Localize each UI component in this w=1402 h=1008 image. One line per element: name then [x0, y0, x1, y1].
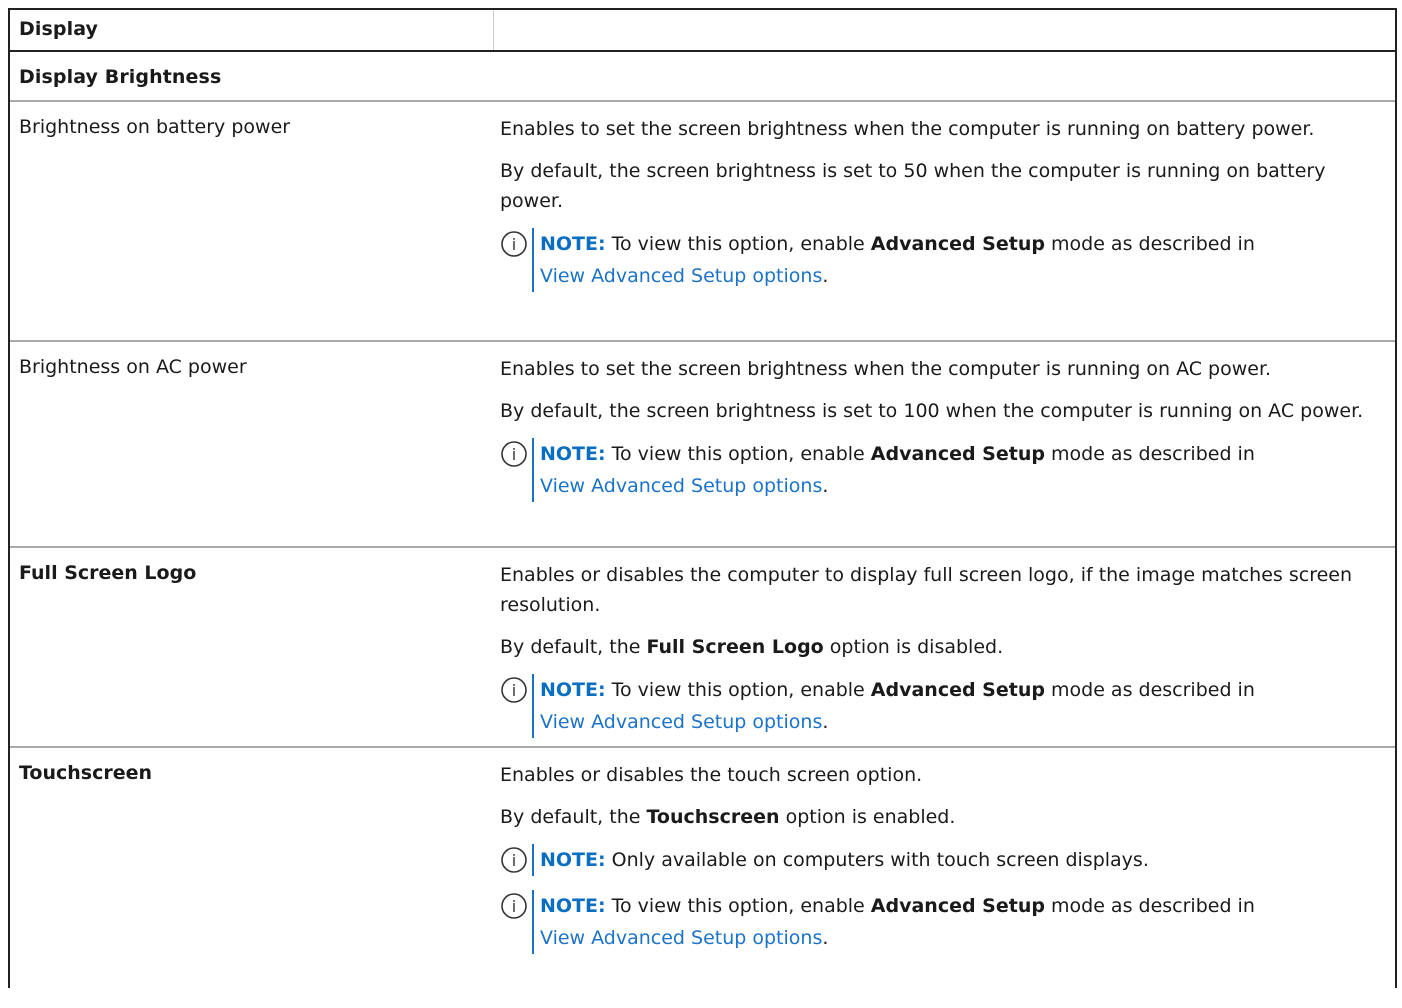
- note-text-part: To view this option, enable: [605, 443, 871, 465]
- svg-text:i: i: [512, 445, 516, 464]
- default-text: By default, the screen brightness is set…: [500, 160, 1326, 212]
- note-bar: [532, 844, 534, 876]
- note: i NOTE: To view this option, enable Adva…: [500, 890, 1383, 954]
- default-text: By default, the Full Screen Logo option …: [500, 632, 1383, 662]
- note-text: NOTE: To view this option, enable Advanc…: [540, 674, 1255, 738]
- section-header-row: Display Brightness: [10, 52, 1395, 102]
- note-bar: [532, 890, 534, 954]
- note-end: .: [822, 927, 829, 949]
- svg-text:i: i: [512, 897, 516, 916]
- note-text-part: mode as described in: [1044, 233, 1255, 255]
- note-bar: [532, 228, 534, 292]
- svg-text:i: i: [512, 235, 516, 254]
- table-title: Display: [19, 18, 99, 40]
- default-text-part: option is enabled.: [779, 806, 956, 828]
- note-text: NOTE: To view this option, enable Advanc…: [540, 890, 1255, 954]
- option-name: Brightness on battery power: [19, 116, 291, 138]
- column-divider: [493, 10, 494, 50]
- svg-text:i: i: [512, 681, 516, 700]
- note: i NOTE: Only available on computers with…: [500, 844, 1383, 876]
- default-text-part: By default, the: [500, 806, 647, 828]
- info-circle-icon: i: [500, 844, 530, 874]
- note-label: NOTE:: [540, 895, 606, 917]
- default-text: By default, the screen brightness is set…: [500, 400, 1364, 422]
- note-text: NOTE: To view this option, enable Advanc…: [540, 228, 1255, 292]
- default-text-part: By default, the: [500, 636, 647, 658]
- note: i NOTE: To view this option, enable Adva…: [500, 674, 1383, 738]
- option-description: Enables to set the screen brightness whe…: [500, 114, 1383, 292]
- table-row: Full Screen Logo Enables or disables the…: [10, 548, 1395, 748]
- note-strong: Advanced Setup: [870, 895, 1045, 917]
- table-title-row: Display: [10, 10, 1395, 52]
- note-strong: Advanced Setup: [870, 233, 1045, 255]
- note-bar: [532, 438, 534, 502]
- description-text: Enables or disables the touch screen opt…: [500, 764, 923, 786]
- info-circle-icon: i: [500, 228, 530, 258]
- note-end: .: [822, 475, 829, 497]
- info-circle-icon: i: [500, 674, 530, 704]
- note-label: NOTE:: [540, 679, 606, 701]
- advanced-setup-link[interactable]: View Advanced Setup options: [540, 927, 822, 949]
- description-text: Enables to set the screen brightness whe…: [500, 358, 1272, 380]
- note-text-part: mode as described in: [1044, 443, 1255, 465]
- display-settings-table: Display Display Brightness Brightness on…: [8, 8, 1397, 988]
- option-description: Enables or disables the computer to disp…: [500, 560, 1383, 738]
- table-row: Touchscreen Enables or disables the touc…: [10, 748, 1395, 1008]
- table-row: Brightness on battery power Enables to s…: [10, 102, 1395, 342]
- advanced-setup-link[interactable]: View Advanced Setup options: [540, 711, 822, 733]
- svg-text:i: i: [512, 851, 516, 870]
- note-text: NOTE: To view this option, enable Advanc…: [540, 438, 1255, 502]
- note-text: NOTE: Only available on computers with t…: [540, 844, 1149, 876]
- note-bar: [532, 674, 534, 738]
- option-name: Touchscreen: [19, 762, 153, 784]
- note: i NOTE: To view this option, enable Adva…: [500, 228, 1383, 292]
- default-strong: Touchscreen: [646, 806, 780, 828]
- note-label: NOTE:: [540, 233, 606, 255]
- note-text-part: To view this option, enable: [605, 895, 871, 917]
- note-text-part: mode as described in: [1044, 895, 1255, 917]
- note-text-part: To view this option, enable: [605, 233, 871, 255]
- description-text: Enables or disables the computer to disp…: [500, 564, 1353, 616]
- default-strong: Full Screen Logo: [646, 636, 824, 658]
- option-description: Enables or disables the touch screen opt…: [500, 760, 1383, 954]
- section-title: Display Brightness: [19, 66, 222, 88]
- info-circle-icon: i: [500, 890, 530, 920]
- advanced-setup-link[interactable]: View Advanced Setup options: [540, 475, 822, 497]
- info-circle-icon: i: [500, 438, 530, 468]
- advanced-setup-link[interactable]: View Advanced Setup options: [540, 265, 822, 287]
- default-text: By default, the Touchscreen option is en…: [500, 802, 1383, 832]
- note: i NOTE: To view this option, enable Adva…: [500, 438, 1383, 502]
- note-label: NOTE:: [540, 849, 606, 871]
- table-row: Brightness on AC power Enables to set th…: [10, 342, 1395, 548]
- default-text-part: option is disabled.: [823, 636, 1004, 658]
- note-text-part: To view this option, enable: [605, 679, 871, 701]
- note-end: .: [822, 711, 829, 733]
- note-text-part: mode as described in: [1044, 679, 1255, 701]
- description-text: Enables to set the screen brightness whe…: [500, 118, 1315, 140]
- option-name: Full Screen Logo: [19, 562, 197, 584]
- note-label: NOTE:: [540, 443, 606, 465]
- option-description: Enables to set the screen brightness whe…: [500, 354, 1383, 502]
- note-strong: Advanced Setup: [870, 679, 1045, 701]
- option-name: Brightness on AC power: [19, 356, 247, 378]
- note-text-part: Only available on computers with touch s…: [605, 849, 1149, 871]
- note-end: .: [822, 265, 829, 287]
- note-strong: Advanced Setup: [870, 443, 1045, 465]
